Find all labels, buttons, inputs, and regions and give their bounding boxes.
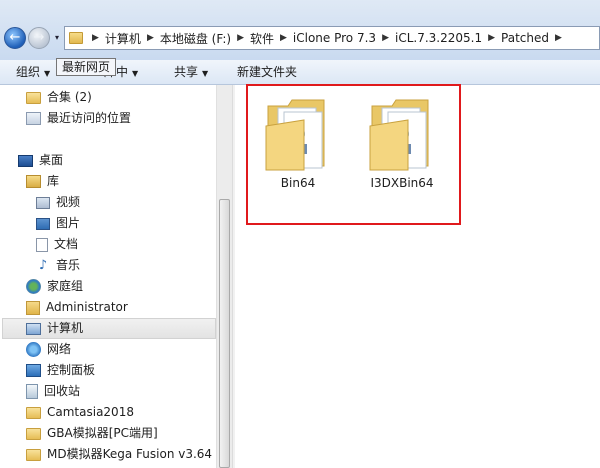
back-arrow-icon: ← [9,30,21,45]
folder-icon [26,427,41,440]
breadcrumb-drive-f[interactable]: 本地磁盘 (F:) [160,30,231,47]
folder-icon [69,32,83,44]
nav-item-label: 文档 [54,237,79,251]
nav-item-recent-places[interactable]: 最近访问的位置 [26,108,131,129]
picture-icon [36,217,50,230]
nav-item-label: 视频 [56,195,81,209]
nav-item-label: MD模拟器Kega Fusion v3.64 简体 [47,447,232,461]
folder-icon [26,448,41,461]
navigation-scrollbar[interactable] [216,85,232,468]
control-panel-icon [26,364,41,377]
breadcrumb-version[interactable]: iCL.7.3.2205.1 [395,31,482,45]
nav-item-gba-emulator[interactable]: GBA模拟器[PC端用] [26,423,158,444]
nav-item-label: GBA模拟器[PC端用] [47,426,158,440]
library-icon [26,175,41,188]
video-icon [36,196,50,209]
address-bar-area: ← → ▾ ▶ 计算机 ▶ 本地磁盘 (F:) ▶ 软件 ▶ iClone Pr… [0,0,600,60]
organize-label: 组织 [16,65,41,79]
nav-item-network[interactable]: 网络 [26,339,71,360]
forward-button[interactable]: → [28,27,50,49]
forward-arrow-icon: → [33,30,45,45]
user-folder-icon [26,300,40,315]
nav-item-label: 音乐 [56,258,81,272]
breadcrumb-separator-icon[interactable]: ▶ [280,33,287,43]
organize-button[interactable]: 组织 ▼ [16,60,50,84]
nav-item-label: Administrator [46,300,128,314]
nav-item-md-emulator[interactable]: MD模拟器Kega Fusion v3.64 简体 [26,444,232,465]
new-folder-button[interactable]: 新建文件夹 [237,60,297,84]
nav-item-recycle-bin[interactable]: 回收站 [26,381,80,402]
nav-item-administrator[interactable]: Administrator [26,297,128,318]
nav-item-camtasia[interactable]: Camtasia2018 [26,402,134,423]
nav-item-documents[interactable]: 文档 [36,234,78,255]
computer-icon [26,322,41,335]
nav-item-homegroup[interactable]: 家庭组 [26,276,83,297]
breadcrumb-separator-icon[interactable]: ▶ [382,33,389,43]
breadcrumb-separator-icon[interactable]: ▶ [237,33,244,43]
scrollbar-thumb[interactable] [219,199,230,468]
document-icon [36,237,48,252]
tooltip: 最新网页 [56,58,117,76]
navigation-pane: 合集 (2) 最近访问的位置 桌面 库 视频 图片 文档 ♪ 音乐 家庭组 Ad… [0,85,232,468]
folder-icon [26,91,41,104]
breadcrumb-separator-icon[interactable]: ▶ [147,33,154,43]
breadcrumb-separator-icon[interactable]: ▶ [555,33,562,43]
nav-item-label: 计算机 [47,321,84,335]
nav-item-label: 家庭组 [47,279,84,293]
highlight-annotation [246,84,461,225]
nav-item-label: 最近访问的位置 [47,111,132,125]
chevron-down-icon: ▼ [132,69,139,78]
address-field[interactable]: ▶ 计算机 ▶ 本地磁盘 (F:) ▶ 软件 ▶ iClone Pro 7.3 … [64,26,600,50]
breadcrumb: 计算机 ▶ 本地磁盘 (F:) ▶ 软件 ▶ iClone Pro 7.3 ▶ … [105,30,568,47]
nav-item-desktop[interactable]: 桌面 [18,150,63,171]
homegroup-icon [26,279,41,294]
chevron-down-icon: ▼ [202,69,209,78]
breadcrumb-patched[interactable]: Patched [501,31,549,45]
nav-item-collection[interactable]: 合集 (2) [26,87,92,108]
nav-item-label: 图片 [56,216,81,230]
folder-icon [26,406,41,419]
nav-item-label: Camtasia2018 [47,405,134,419]
nav-item-label: 合集 (2) [47,90,92,104]
nav-item-libraries[interactable]: 库 [26,171,59,192]
breadcrumb-software[interactable]: 软件 [250,30,274,47]
share-button[interactable]: 共享 ▼ [174,60,208,84]
nav-item-label: 回收站 [44,384,81,398]
new-folder-label: 新建文件夹 [237,65,298,79]
breadcrumb-separator-icon[interactable]: ▶ [92,33,99,43]
chevron-down-icon: ▼ [44,69,51,78]
network-icon [26,342,41,357]
nav-item-computer[interactable]: 计算机 [2,318,216,339]
nav-item-pictures[interactable]: 图片 [36,213,80,234]
nav-item-label: 库 [47,174,60,188]
recycle-bin-icon [26,384,38,399]
share-label: 共享 [174,65,199,79]
recent-places-icon [26,112,41,125]
back-button[interactable]: ← [4,27,26,49]
nav-item-label: 网络 [47,342,72,356]
chevron-down-icon: ▾ [54,33,59,42]
recent-pages-dropdown[interactable]: ▾ [52,33,62,43]
nav-item-music[interactable]: ♪ 音乐 [36,255,80,276]
music-icon: ♪ [38,257,48,273]
nav-item-control-panel[interactable]: 控制面板 [26,360,95,381]
breadcrumb-computer[interactable]: 计算机 [105,30,141,47]
nav-item-label: 控制面板 [47,363,96,377]
breadcrumb-separator-icon[interactable]: ▶ [488,33,495,43]
desktop-icon [18,154,33,167]
breadcrumb-iclone[interactable]: iClone Pro 7.3 [293,31,376,45]
nav-item-label: 桌面 [39,153,64,167]
nav-item-videos[interactable]: 视频 [36,192,80,213]
